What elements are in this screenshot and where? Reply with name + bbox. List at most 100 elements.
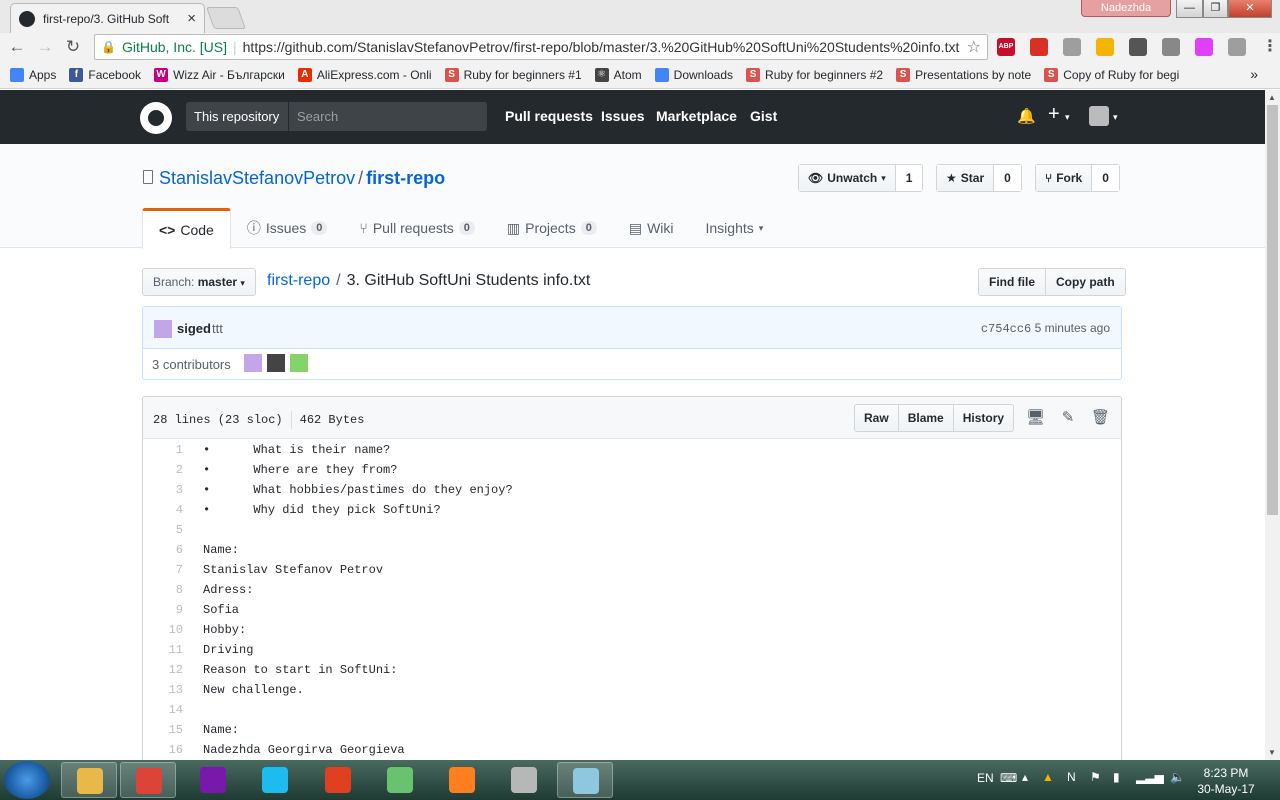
line-number[interactable]: 3	[143, 480, 193, 500]
language-indicator[interactable]: EN	[977, 771, 994, 785]
breadcrumb-repo-link[interactable]: first-repo	[267, 272, 330, 289]
atom-taskbar[interactable]	[372, 762, 428, 798]
desktop-icon[interactable]: 🖥	[1026, 408, 1045, 426]
star-button[interactable]: ★ Star	[937, 165, 995, 191]
profile-badge[interactable]: Nadezhda	[1081, 0, 1171, 17]
tab-insights[interactable]: Insights ▾	[690, 208, 780, 248]
bookmark-item[interactable]: A AliExpress.com - Onli	[297, 67, 432, 82]
onenote-taskbar[interactable]	[185, 762, 241, 798]
line-number[interactable]: 14	[143, 700, 193, 720]
tab-code[interactable]: <> Code	[142, 208, 231, 249]
line-number[interactable]: 15	[143, 720, 193, 740]
find-file-button[interactable]: Find file	[979, 269, 1045, 295]
tab-issues[interactable]: ⓘ Issues 0	[231, 208, 344, 248]
firefox-taskbar[interactable]	[434, 762, 490, 798]
line-number[interactable]: 1	[143, 440, 193, 460]
avatar[interactable]	[267, 354, 285, 372]
tab-projects[interactable]: ▥ Projects 0	[491, 208, 613, 248]
close-window-button[interactable]: ✕	[1228, 0, 1272, 18]
browser-tab[interactable]: first-repo/3. GitHub Soft ×	[10, 3, 205, 33]
nvidia-tray-icon[interactable]: N	[1067, 770, 1076, 784]
chrome-taskbar[interactable]	[120, 762, 176, 798]
avatar[interactable]	[290, 354, 308, 372]
line-number[interactable]: 7	[143, 560, 193, 580]
blame-button[interactable]: Blame	[897, 405, 953, 431]
chevron-up-icon[interactable]: ▴	[1022, 770, 1028, 784]
opera-taskbar[interactable]	[496, 762, 552, 798]
nav-marketplace[interactable]: Marketplace	[656, 108, 737, 124]
bookmark-item[interactable]: S Presentations by note	[896, 67, 1031, 82]
notifications-bell-icon[interactable]: 🔔	[1017, 107, 1036, 125]
branch-select[interactable]: Branch: master ▾	[142, 268, 256, 296]
avatar[interactable]	[244, 354, 262, 372]
bookmark-item[interactable]: W Wizz Air - Български	[154, 67, 285, 82]
tab-wiki[interactable]: ▤ Wiki	[613, 208, 690, 248]
nav-issues[interactable]: Issues	[601, 108, 645, 124]
yellow-ext-icon[interactable]	[1096, 38, 1114, 56]
line-number[interactable]: 11	[143, 640, 193, 660]
chevron-down-icon[interactable]: ▾	[1113, 112, 1118, 123]
commit-author-link[interactable]: siged	[177, 321, 211, 336]
drive-tray-icon[interactable]: ▲	[1042, 770, 1054, 784]
pencil-icon[interactable]: ✎	[1059, 408, 1077, 426]
unwatch-button[interactable]: 👁 Unwatch ▾	[799, 165, 896, 191]
bookmark-star-icon[interactable]: ☆	[967, 37, 981, 57]
commit-message-link[interactable]: ttt	[212, 321, 223, 336]
scroll-up-icon[interactable]: ▲	[1268, 93, 1276, 102]
watch-count[interactable]: 1	[895, 165, 923, 191]
flag-icon[interactable]: ⚑	[1090, 770, 1101, 784]
copy-path-button[interactable]: Copy path	[1045, 269, 1125, 295]
gear-ext-icon[interactable]	[1162, 38, 1180, 56]
line-number[interactable]: 16	[143, 740, 193, 760]
bookmark-item[interactable]: f Facebook	[69, 67, 141, 82]
ie-taskbar[interactable]	[247, 762, 303, 798]
bookmark-item[interactable]: S Copy of Ruby for begi	[1044, 67, 1179, 82]
keyboard-icon[interactable]: ⌨	[1000, 771, 1017, 785]
history-button[interactable]: History	[952, 405, 1013, 431]
avatar[interactable]	[154, 320, 172, 338]
chevron-down-icon[interactable]: ▾	[1065, 112, 1070, 123]
page-scrollbar[interactable]: ▲ ▼	[1265, 90, 1280, 760]
commit-sha-link[interactable]: c754cc6	[981, 322, 1031, 336]
fork-button[interactable]: ⑂ Fork	[1036, 165, 1093, 191]
line-number[interactable]: 4	[143, 500, 193, 520]
back-button[interactable]: ←	[6, 36, 28, 58]
tab-close-icon[interactable]: ×	[187, 10, 196, 27]
contributors-label[interactable]: 3 contributors	[152, 357, 231, 372]
create-new-plus-icon[interactable]: +	[1048, 103, 1060, 126]
pdf-ext-icon[interactable]	[1228, 38, 1246, 56]
abp-icon[interactable]: ABP	[997, 38, 1015, 56]
battery-icon[interactable]: ▮	[1113, 770, 1120, 784]
avatar[interactable]	[1089, 106, 1109, 126]
tools-ext-icon[interactable]	[1129, 38, 1147, 56]
address-bar[interactable]: 🔒 GitHub, Inc. [US] | https://github.com…	[94, 34, 988, 60]
bookmark-item[interactable]: ⚛ Atom	[594, 67, 642, 82]
star-count[interactable]: 0	[994, 165, 1021, 191]
notes-taskbar[interactable]	[557, 762, 613, 798]
line-number[interactable]: 8	[143, 580, 193, 600]
reload-button[interactable]: ↻	[62, 36, 84, 58]
scrollbar-thumb[interactable]	[1267, 105, 1278, 515]
line-number[interactable]: 6	[143, 540, 193, 560]
search-scope[interactable]: This repository	[186, 102, 288, 131]
signal-icon[interactable]: ▂▃▅	[1136, 770, 1164, 784]
start-button[interactable]	[4, 761, 50, 799]
bookmarks-overflow-button[interactable]: »	[1250, 66, 1258, 82]
trash-icon[interactable]: 🗑	[1091, 408, 1110, 426]
clock[interactable]: 8:23 PM 30-May-17	[1193, 765, 1259, 797]
scroll-down-icon[interactable]: ▼	[1268, 748, 1276, 757]
minimize-button[interactable]: —	[1176, 0, 1203, 18]
line-number[interactable]: 2	[143, 460, 193, 480]
line-number[interactable]: 12	[143, 660, 193, 680]
bookmark-item[interactable]: Downloads	[654, 67, 733, 82]
explorer-taskbar[interactable]	[61, 762, 117, 798]
fork-count[interactable]: 0	[1092, 165, 1119, 191]
drive-ext-icon[interactable]	[1063, 38, 1081, 56]
tab-pull-requests[interactable]: ⑂ Pull requests 0	[343, 208, 490, 248]
nav-gist[interactable]: Gist	[750, 108, 777, 124]
line-number[interactable]: 10	[143, 620, 193, 640]
new-tab-button[interactable]	[205, 7, 247, 29]
forward-button[interactable]: →	[34, 36, 56, 58]
volume-icon[interactable]: 🔈	[1170, 770, 1185, 784]
search-input[interactable]	[288, 102, 487, 131]
